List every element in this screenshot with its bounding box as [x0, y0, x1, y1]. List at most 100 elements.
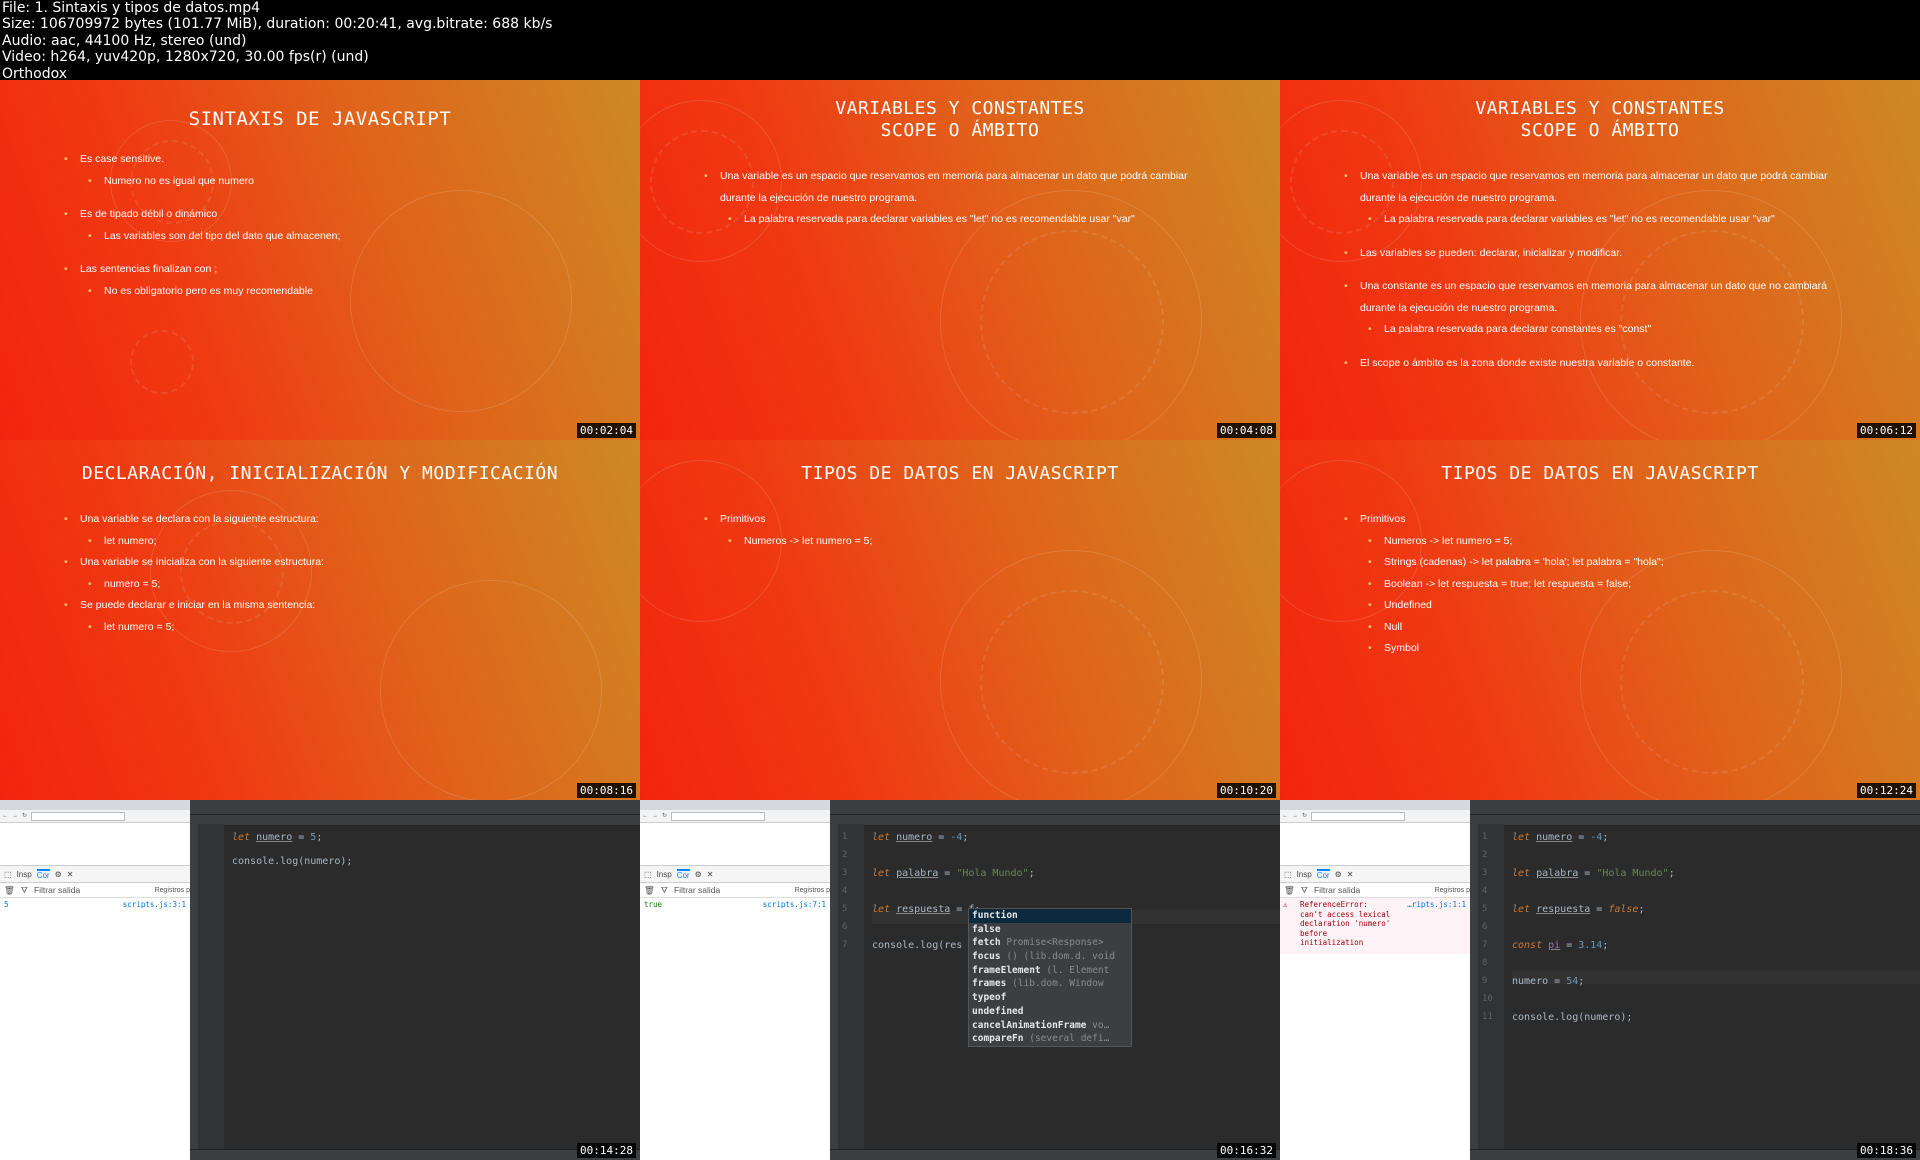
bullet-item: Es case sensitive.	[64, 149, 340, 171]
logs-toggle[interactable]: Registros p	[1435, 887, 1470, 894]
tab-inspector[interactable]: Insp	[1297, 870, 1312, 879]
tab-console[interactable]: Cor	[1316, 868, 1330, 880]
trash-icon[interactable]: 🗑	[644, 885, 655, 896]
bullet-item: Las variables se pueden: declarar, inici…	[1344, 243, 1828, 265]
error-line: before	[1300, 928, 1328, 938]
browser-tabs[interactable]	[640, 800, 830, 810]
filter-icon: ⛛	[20, 884, 28, 895]
url-bar[interactable]	[31, 812, 126, 821]
error-line: initialization	[1300, 938, 1364, 947]
code-line: let numero = -4;	[1512, 832, 1609, 843]
code-area[interactable]: let numero = -4; let palabra = "Hola Mun…	[1512, 824, 1920, 1150]
reload-icon[interactable]: ↻	[22, 812, 27, 819]
autocomplete-item[interactable]: cancelAnimationFrame vo…	[969, 1019, 1131, 1033]
back-icon[interactable]: ←	[2, 813, 8, 819]
bullet-list: Una variable es un espacio que reservamo…	[704, 166, 1188, 231]
timestamp: 00:08:16	[577, 783, 636, 798]
tab-inspector[interactable]: Insp	[17, 870, 32, 879]
back-icon[interactable]: ←	[642, 813, 648, 819]
line-number: 11	[1482, 1012, 1493, 1022]
console-source[interactable]: scripts.js:3:1	[123, 900, 186, 909]
autocomplete-item[interactable]: frameElement (l. Element	[969, 964, 1131, 978]
autocomplete-hint: Promise<Response>	[1006, 937, 1104, 949]
logs-toggle[interactable]: Registros p	[795, 887, 830, 894]
bullet-item: Una variable se declara con la siguiente…	[64, 509, 324, 531]
settings-icon[interactable]: ⚙	[1335, 870, 1342, 879]
autocomplete-item[interactable]: typeof	[969, 991, 1131, 1005]
line-number: 6	[1482, 922, 1488, 932]
trash-icon[interactable]: 🗑	[4, 885, 15, 896]
devtools-toolbar: ⬚ Insp Cor ⚙ ✕	[0, 865, 190, 883]
forward-icon[interactable]: →	[652, 813, 658, 819]
autocomplete-item[interactable]: undefined	[969, 1005, 1131, 1019]
code-area[interactable]: let numero = 5; console.log(numero);	[232, 824, 640, 1150]
slide-title: DECLARACIÓN, INICIALIZACIÓN Y MODIFICACI…	[81, 463, 559, 484]
code-line: numero = 54;	[1512, 976, 1585, 987]
close-icon[interactable]: ✕	[1347, 870, 1354, 879]
autocomplete-item[interactable]: function	[969, 909, 1131, 923]
close-icon[interactable]: ✕	[707, 870, 714, 879]
code-line: let numero = 5;	[232, 832, 323, 843]
editor-sidebar[interactable]	[830, 824, 838, 1150]
filter-input[interactable]: Filtrar salida	[674, 885, 720, 895]
bullet-item: Una variable se inicializa con la siguie…	[64, 552, 324, 574]
trash-icon[interactable]: 🗑	[1284, 885, 1295, 896]
reload-icon[interactable]: ↻	[1302, 812, 1307, 819]
filter-input[interactable]: Filtrar salida	[34, 885, 80, 895]
bullet-item: durante la ejecución de nuestro programa…	[1360, 191, 1558, 204]
code-line: let respuesta = false;	[1512, 904, 1645, 915]
line-number: 2	[842, 850, 848, 860]
autocomplete-item[interactable]: false	[969, 923, 1131, 937]
console-source[interactable]: scripts.js:7:1	[763, 900, 826, 909]
bullet-list: PrimitivosNumeros -> let numero = 5;Stri…	[1344, 509, 1664, 660]
editor-sidebar[interactable]	[1470, 824, 1478, 1150]
tab-inspector[interactable]: Insp	[657, 870, 672, 879]
editor-menubar[interactable]	[830, 806, 1280, 815]
settings-icon[interactable]: ⚙	[55, 870, 62, 879]
bullet-item: Numero no es igual que numero	[64, 171, 340, 193]
forward-icon[interactable]: →	[1292, 813, 1298, 819]
autocomplete-item[interactable]: frames (lib.dom. Window	[969, 977, 1131, 991]
bullet-spacer	[64, 192, 340, 204]
picker-icon[interactable]: ⬚	[1284, 870, 1292, 879]
autocomplete-item[interactable]: compareFn (several defi…	[969, 1032, 1131, 1046]
url-bar[interactable]	[671, 812, 766, 821]
bullet-item: Primitivos	[704, 509, 872, 531]
autocomplete-hint: () (lib.dom.d. void	[1006, 951, 1116, 963]
browser-tabs[interactable]	[0, 800, 190, 810]
console-source[interactable]: …ripts.js:1:1	[1407, 900, 1466, 909]
autocomplete-item[interactable]: focus () (lib.dom.d. void	[969, 950, 1131, 964]
bullet-item: La palabra reservada para declarar varia…	[1344, 209, 1828, 231]
settings-icon[interactable]: ⚙	[695, 870, 702, 879]
filter-input[interactable]: Filtrar salida	[1314, 885, 1360, 895]
picker-icon[interactable]: ⬚	[4, 870, 12, 879]
slide-title: TIPOS DE DATOS EN JAVASCRIPT	[1441, 463, 1759, 484]
devtools-toolbar: ⬚ Insp Cor ⚙ ✕	[640, 865, 830, 883]
browser-tabs[interactable]	[1280, 800, 1470, 810]
back-icon[interactable]: ←	[1282, 813, 1288, 819]
bullet-item: Numeros -> let numero = 5;	[704, 531, 872, 553]
browser-window: ← → ↻ ⬚ Insp Cor ⚙ ✕ 🗑 ⛛ Filtrar salida Re…	[640, 800, 831, 1160]
close-icon[interactable]: ✕	[67, 870, 74, 879]
autocomplete-name: compareFn	[972, 1033, 1024, 1045]
tab-console[interactable]: Cor	[36, 868, 50, 880]
logs-toggle[interactable]: Registros p	[155, 887, 190, 894]
tab-console[interactable]: Cor	[676, 868, 690, 880]
forward-icon[interactable]: →	[12, 813, 18, 819]
line-number: 3	[842, 868, 848, 878]
bullet-item: Strings (cadenas) -> let palabra = 'hola…	[1344, 552, 1664, 574]
code-line: let palabra = "Hola Mundo";	[872, 868, 1035, 879]
picker-icon[interactable]: ⬚	[644, 870, 652, 879]
autocomplete-item[interactable]: fetch Promise<Response>	[969, 936, 1131, 950]
bullet-item: Symbol	[1344, 638, 1664, 660]
url-bar[interactable]	[1311, 812, 1406, 821]
autocomplete-popup[interactable]: function false fetch Promise<Response> fo…	[968, 908, 1132, 1047]
editor-statusbar	[190, 1149, 640, 1160]
editor-menubar[interactable]	[190, 806, 640, 815]
reload-icon[interactable]: ↻	[662, 812, 667, 819]
video-info-header: File: 1. Sintaxis y tipos de datos.mp4 S…	[0, 0, 1920, 82]
autocomplete-hint: vo…	[1092, 1019, 1110, 1031]
editor-menubar[interactable]	[1470, 806, 1920, 815]
editor-sidebar[interactable]	[190, 824, 198, 1150]
autocomplete-name: undefined	[972, 1005, 1024, 1017]
